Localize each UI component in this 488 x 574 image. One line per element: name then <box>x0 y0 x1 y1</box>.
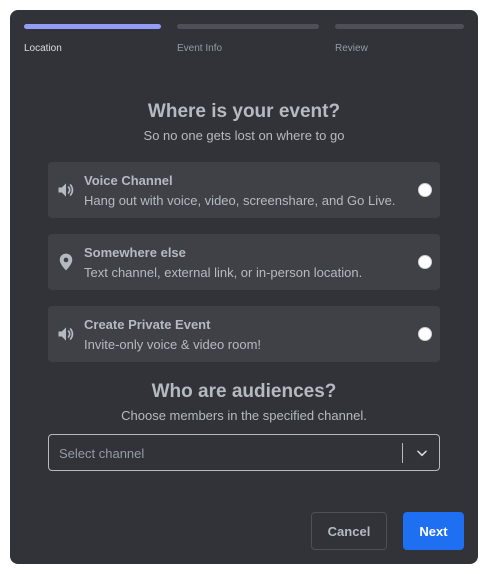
step-progress-bar <box>335 24 464 29</box>
option-title: Somewhere else <box>84 245 186 260</box>
speaker-icon <box>58 327 74 341</box>
option-title: Voice Channel <box>84 173 173 188</box>
step-location[interactable]: Location <box>24 24 161 54</box>
option-radio[interactable] <box>418 327 432 341</box>
chevron-down-icon[interactable] <box>415 446 429 460</box>
audience-heading: Who are audiences? <box>151 381 337 402</box>
option-description: Invite-only voice & video room! <box>84 337 262 352</box>
location-heading: Where is your event? <box>147 101 341 122</box>
step-event-info[interactable]: Event Info <box>177 24 319 54</box>
speaker-icon <box>58 183 74 197</box>
option-voice-channel[interactable]: Voice Channel Hang out with voice, video… <box>48 162 440 218</box>
option-description: Hang out with voice, video, screenshare,… <box>84 193 396 208</box>
stepper: Location Event Info Review <box>24 24 464 54</box>
option-description: Text channel, external link, or in-perso… <box>84 265 363 280</box>
step-label: Location <box>24 43 62 54</box>
channel-select[interactable]: Select channel <box>48 434 440 471</box>
option-somewhere-else[interactable]: Somewhere else Text channel, external li… <box>48 234 440 290</box>
step-review[interactable]: Review <box>335 24 464 54</box>
step-label: Review <box>335 43 368 54</box>
option-radio[interactable] <box>418 255 432 269</box>
option-private-event[interactable]: Create Private Event Invite-only voice &… <box>48 306 440 362</box>
step-progress-bar <box>24 24 161 29</box>
create-event-modal: Location Event Info Review Where is your… <box>10 10 478 564</box>
step-progress-bar <box>177 24 319 29</box>
next-button[interactable]: Next <box>403 512 464 550</box>
audience-subheading: Choose members in the specified channel. <box>121 408 367 423</box>
option-radio[interactable] <box>418 183 432 197</box>
location-pin-icon <box>59 253 73 271</box>
step-label: Event Info <box>177 43 223 54</box>
select-divider <box>402 443 403 463</box>
cancel-button[interactable]: Cancel <box>311 512 387 550</box>
location-subheading: So no one gets lost on where to go <box>143 128 345 143</box>
channel-select-placeholder: Select channel <box>59 446 145 461</box>
option-title: Create Private Event <box>84 317 211 332</box>
